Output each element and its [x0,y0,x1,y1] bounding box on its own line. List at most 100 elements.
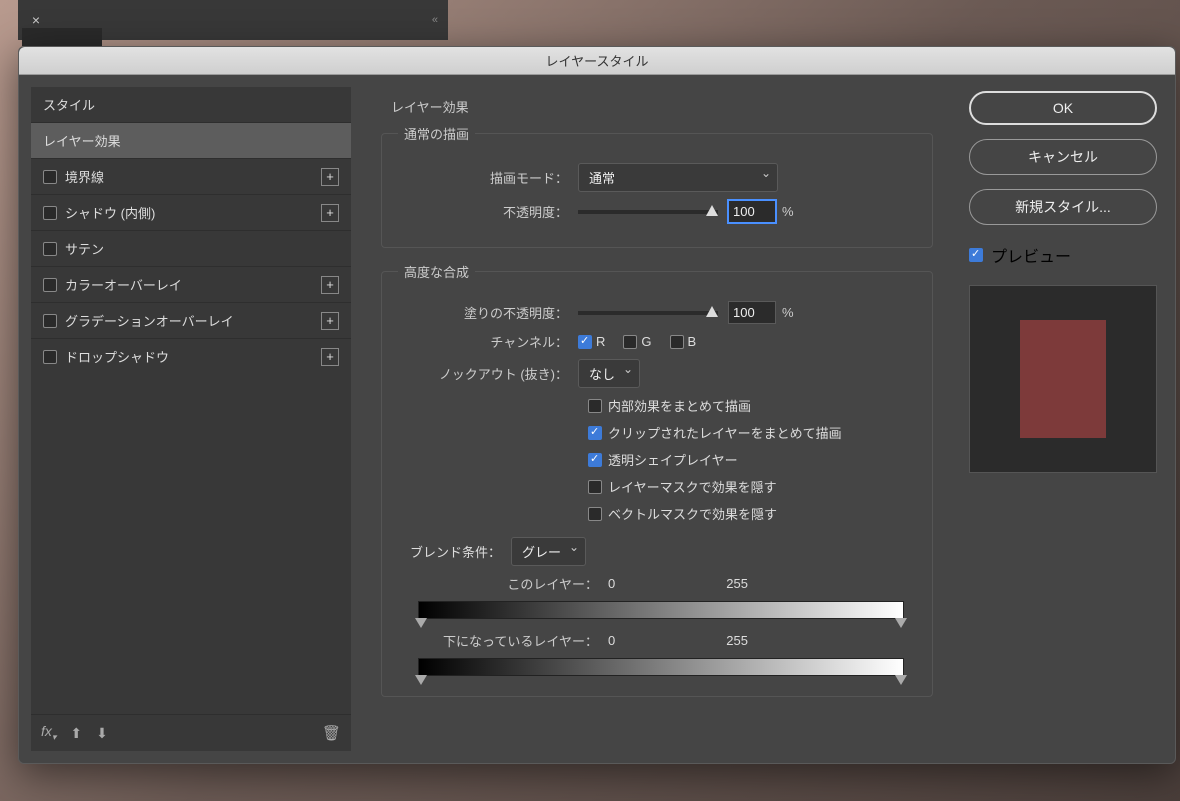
add-gradient-overlay-icon[interactable]: + [321,312,339,330]
sidebar-item-drop-shadow[interactable]: ドロップシャドウ + [31,338,351,374]
knockout-label: ノックアウト (抜き)： [398,364,568,383]
preview-swatch [1020,320,1106,438]
this-layer-black-handle[interactable] [415,618,427,628]
channel-g-label: G [641,334,651,349]
new-style-button[interactable]: 新規スタイル... [969,189,1157,225]
checkbox-satin[interactable] [43,242,57,256]
sidebar-item-blending[interactable]: レイヤー効果 [31,122,351,158]
pct-label: % [782,305,794,320]
this-layer-gradient[interactable] [418,601,904,619]
panel-tab[interactable] [22,28,102,46]
sidebar-item-label: レイヤー効果 [43,131,121,150]
opt-internal-effects-checkbox[interactable] [588,399,602,413]
under-layer-low: 0 [608,633,668,648]
under-layer-gradient[interactable] [418,658,904,676]
background-panel: × « [18,0,448,40]
sidebar-item-color-overlay[interactable]: カラーオーバーレイ + [31,266,351,302]
opt-clip-layers-checkbox[interactable] [588,426,602,440]
opt-clip-layers-label: クリップされたレイヤーをまとめて描画 [608,423,842,442]
blend-if-value: グレー [522,542,561,561]
channel-b-checkbox[interactable] [670,335,684,349]
settings-panel: レイヤー効果 通常の描画 描画モード： 通常 不透明度： % 高度な合成 塗りの… [363,87,951,751]
opt-internal-effects-label: 内部効果をまとめて描画 [608,396,751,415]
checkbox-stroke[interactable] [43,170,57,184]
fx-menu-icon[interactable]: fx▾ [41,723,56,743]
opacity-slider[interactable] [578,210,718,214]
sidebar-header: スタイル [31,87,351,122]
fill-opacity-input[interactable] [728,301,776,324]
opacity-input[interactable] [728,200,776,223]
channel-g-checkbox[interactable] [623,335,637,349]
sidebar-item-label: 境界線 [65,167,104,186]
layer-style-dialog: レイヤースタイル スタイル レイヤー効果 境界線 + シャドウ (内側) + サ… [18,46,1176,764]
add-color-overlay-icon[interactable]: + [321,276,339,294]
fill-opacity-slider[interactable] [578,311,718,315]
move-down-icon[interactable]: ⬇ [96,725,108,742]
opt-vector-mask-checkbox[interactable] [588,507,602,521]
panel-close-icon[interactable]: × [22,12,50,28]
blend-mode-label: 描画モード： [398,168,568,187]
opacity-slider-thumb[interactable] [706,205,718,216]
under-layer-label: 下になっているレイヤー： [398,631,598,650]
checkbox-drop-shadow[interactable] [43,350,57,364]
checkbox-inner-shadow[interactable] [43,206,57,220]
fill-opacity-thumb[interactable] [706,306,718,317]
opt-vector-mask-label: ベクトルマスクで効果を隠す [608,504,777,523]
blend-mode-value: 通常 [589,168,615,187]
move-up-icon[interactable]: ⬆ [70,725,82,742]
opt-transparency-shapes-checkbox[interactable] [588,453,602,467]
this-layer-white-handle[interactable] [895,618,907,628]
opacity-label: 不透明度： [398,202,568,221]
sidebar-item-label: ドロップシャドウ [65,347,169,366]
sidebar-footer: fx▾ ⬆ ⬇ 🗑 [31,714,351,751]
preview-checkbox[interactable] [969,248,983,262]
opt-transparency-shapes-label: 透明シェイプレイヤー [608,450,738,469]
sidebar-item-stroke[interactable]: 境界線 + [31,158,351,194]
cancel-button[interactable]: キャンセル [969,139,1157,175]
add-inner-shadow-icon[interactable]: + [321,204,339,222]
settings-title: レイヤー効果 [391,97,933,116]
advanced-group-label: 高度な合成 [398,262,475,281]
channel-r-checkbox[interactable] [578,335,592,349]
channel-r-label: R [596,334,605,349]
advanced-blending-group: 高度な合成 塗りの不透明度： % チャンネル： R G B ノックアウト (抜き… [381,262,933,697]
sidebar-item-label: グラデーションオーバーレイ [65,311,234,330]
sidebar-item-label: シャドウ (内側) [65,203,155,222]
preview-box [969,285,1157,473]
sidebar-item-satin[interactable]: サテン [31,230,351,266]
opt-layer-mask-label: レイヤーマスクで効果を隠す [608,477,777,496]
add-stroke-icon[interactable]: + [321,168,339,186]
this-layer-high: 255 [668,576,748,591]
channels-label: チャンネル： [398,332,568,351]
trash-icon[interactable]: 🗑 [322,724,341,742]
blend-mode-dropdown[interactable]: 通常 [578,163,778,192]
add-drop-shadow-icon[interactable]: + [321,348,339,366]
sidebar-item-label: カラーオーバーレイ [65,275,182,294]
styles-sidebar: スタイル レイヤー効果 境界線 + シャドウ (内側) + サテン カラーオーバ… [31,87,351,751]
fill-opacity-label: 塗りの不透明度： [398,303,568,322]
sidebar-item-inner-shadow[interactable]: シャドウ (内側) + [31,194,351,230]
channel-b-label: B [688,334,697,349]
knockout-dropdown[interactable]: なし [578,359,640,388]
dialog-title: レイヤースタイル [546,51,649,70]
opt-layer-mask-checkbox[interactable] [588,480,602,494]
right-panel: OK キャンセル 新規スタイル... プレビュー [963,87,1163,751]
panel-collapse-icon[interactable]: « [432,14,438,26]
knockout-value: なし [589,364,615,383]
this-layer-label: このレイヤー： [398,574,598,593]
ok-button[interactable]: OK [969,91,1157,125]
pct-label: % [782,204,794,219]
checkbox-color-overlay[interactable] [43,278,57,292]
under-layer-black-handle[interactable] [415,675,427,685]
general-blending-group: 通常の描画 描画モード： 通常 不透明度： % [381,124,933,248]
sidebar-item-label: サテン [65,239,104,258]
blend-if-label: ブレンド条件： [410,542,501,561]
preview-label: プレビュー [991,243,1071,267]
dialog-titlebar: レイヤースタイル [19,47,1175,75]
sidebar-item-gradient-overlay[interactable]: グラデーションオーバーレイ + [31,302,351,338]
general-group-label: 通常の描画 [398,124,475,143]
under-layer-white-handle[interactable] [895,675,907,685]
blend-if-dropdown[interactable]: グレー [511,537,586,566]
checkbox-gradient-overlay[interactable] [43,314,57,328]
under-layer-high: 255 [668,633,748,648]
